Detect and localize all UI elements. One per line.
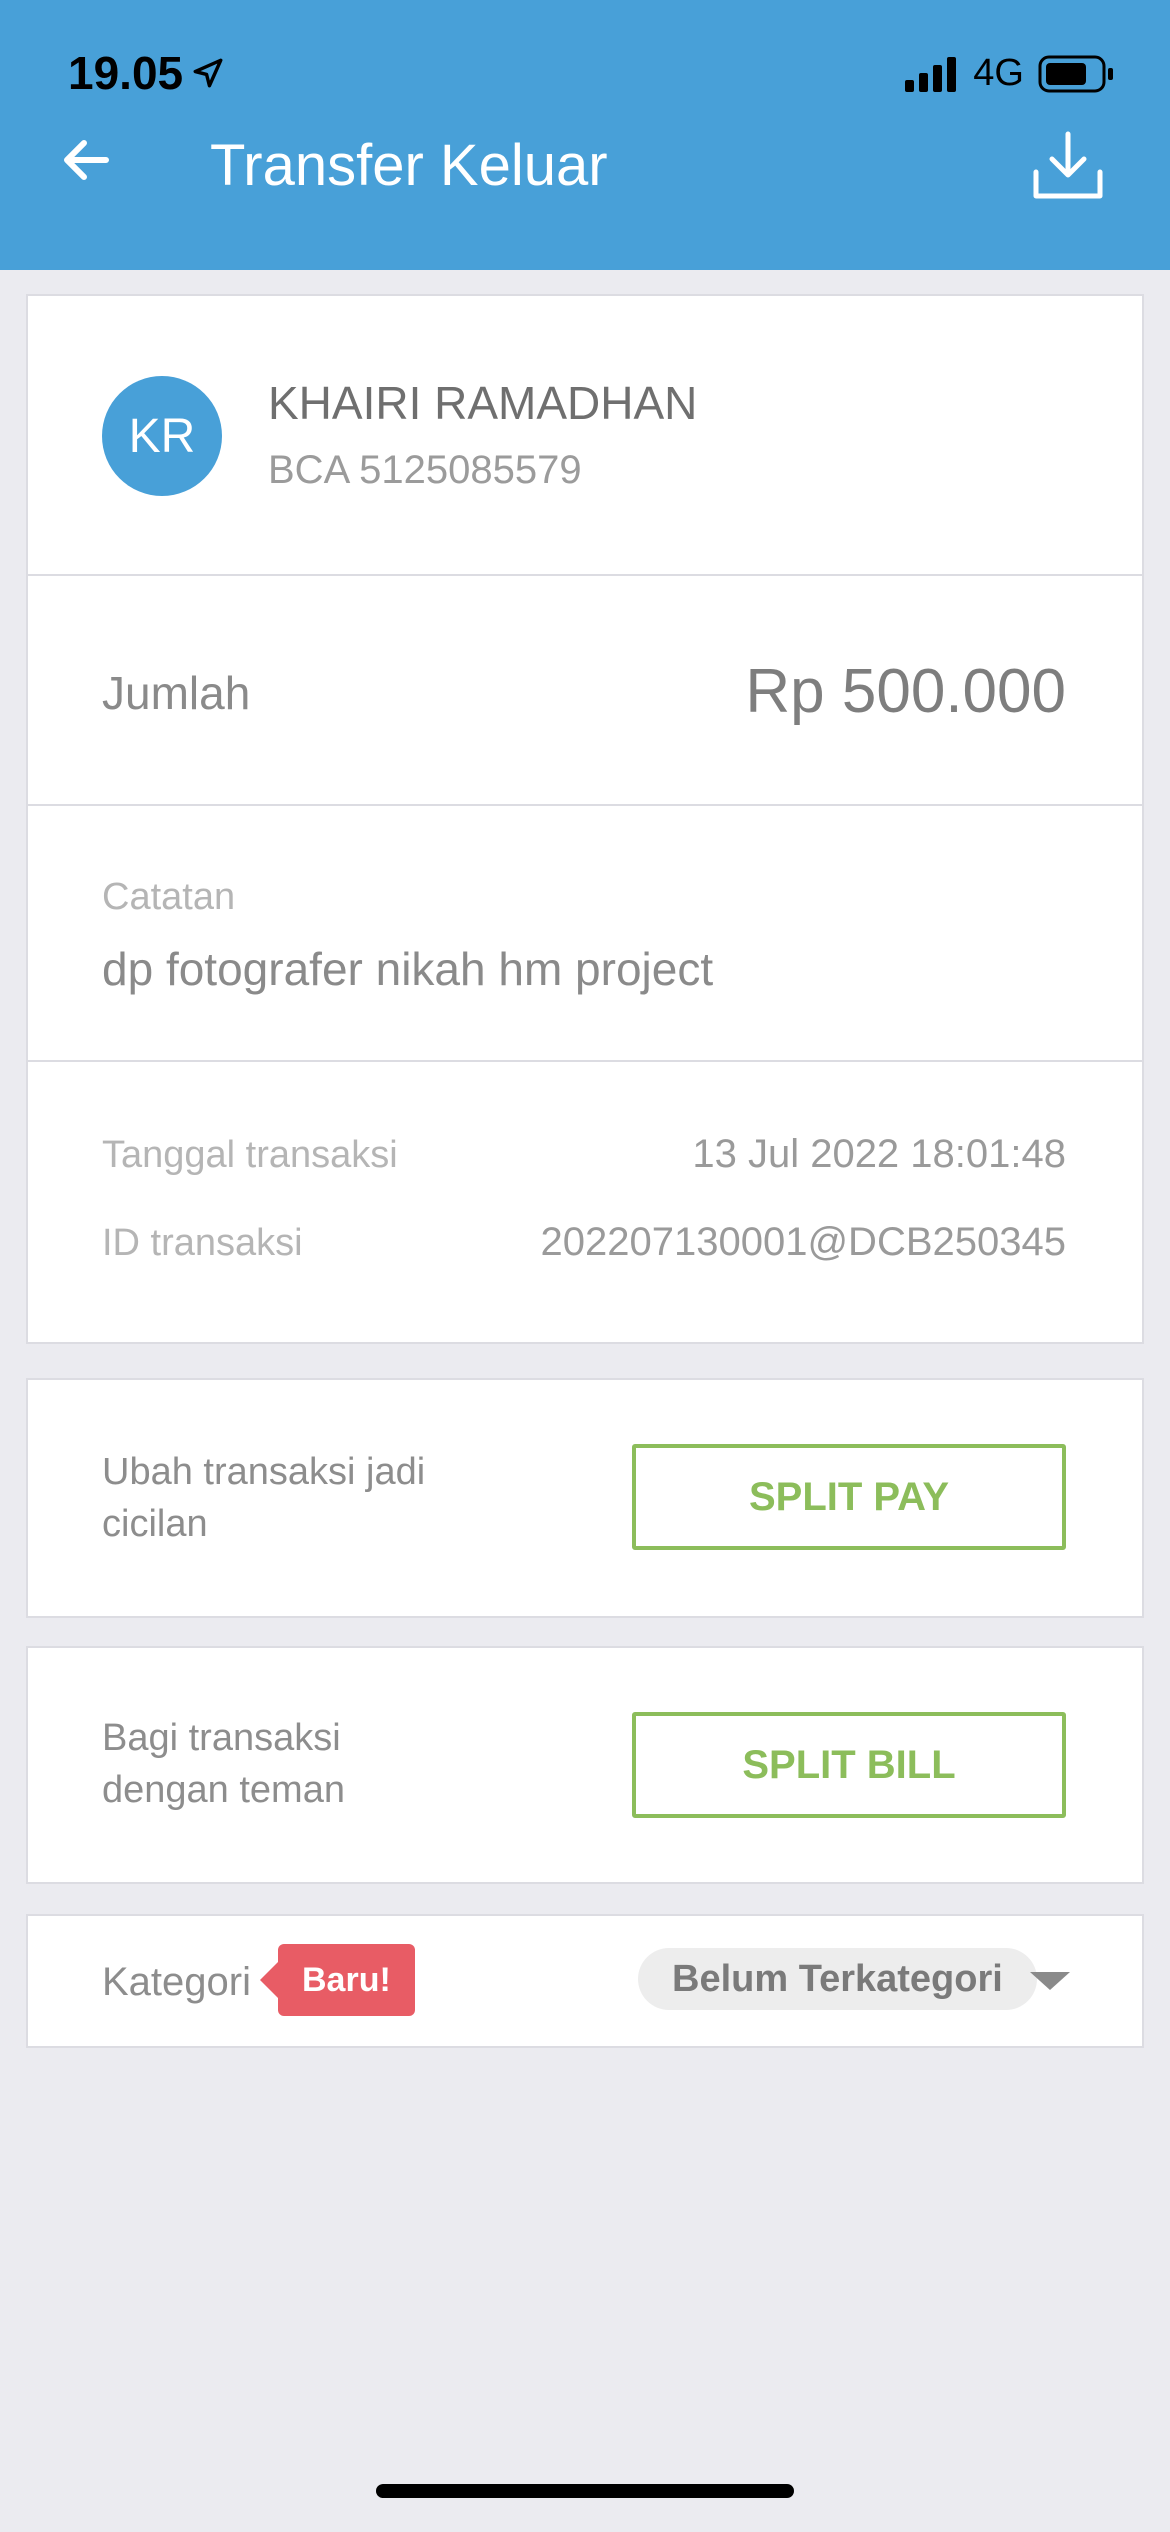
home-indicator[interactable] — [376, 2484, 794, 2498]
location-arrow-icon — [193, 58, 223, 88]
status-indicators: 4G — [905, 52, 1114, 95]
split-pay-card: Ubah transaksi jadi cicilan SPLIT PAY — [26, 1378, 1144, 1618]
network-type: 4G — [973, 52, 1024, 94]
category-card: Kategori Baru! Belum Terkategori — [26, 1914, 1144, 2048]
status-time: 19.05 — [68, 46, 225, 100]
split-bill-description: Bagi transaksi dengan teman — [102, 1712, 345, 1816]
chevron-down-icon[interactable] — [1030, 1972, 1070, 1990]
back-arrow-icon[interactable] — [56, 130, 116, 190]
amount-value: Rp 500.000 — [745, 657, 1066, 726]
transaction-id-value: 202207130001@DCB250345 — [540, 1220, 1067, 1264]
note-value: dp fotografer nikah hm project — [102, 943, 714, 995]
divider — [28, 574, 1142, 576]
split-bill-description-line1: Bagi transaksi — [102, 1717, 341, 1759]
split-bill-description-line2: dengan teman — [102, 1769, 345, 1811]
transaction-date-label: Tanggal transaksi — [102, 1134, 398, 1176]
recipient-name: KHAIRI RAMADHAN — [268, 377, 698, 429]
download-icon[interactable] — [1030, 128, 1106, 204]
split-pay-button[interactable]: SPLIT PAY — [632, 1444, 1066, 1550]
transaction-id-label: ID transaksi — [102, 1222, 303, 1264]
battery-icon — [1038, 55, 1113, 92]
transaction-date-value: 13 Jul 2022 18:01:48 — [692, 1132, 1066, 1176]
split-pay-description-line1: Ubah transaksi jadi — [102, 1451, 426, 1493]
divider — [28, 1060, 1142, 1062]
split-bill-button[interactable]: SPLIT BILL — [632, 1712, 1066, 1818]
amount-label: Jumlah — [102, 667, 251, 719]
recipient-account: BCA 5125085579 — [268, 448, 582, 492]
category-selector[interactable]: Belum Terkategori — [638, 1948, 1037, 2010]
app-header: 19.05 4G Transfer Keluar — [0, 0, 1170, 270]
category-label: Kategori — [102, 1960, 251, 2004]
split-pay-description: Ubah transaksi jadi cicilan — [102, 1446, 425, 1550]
transaction-detail-card: KR KHAIRI RAMADHAN BCA 5125085579 Jumlah… — [26, 294, 1144, 1344]
page-title: Transfer Keluar — [210, 133, 608, 198]
status-time-text: 19.05 — [68, 47, 184, 99]
note-label: Catatan — [102, 876, 236, 918]
split-pay-description-line2: cicilan — [102, 1503, 208, 1545]
new-badge: Baru! — [260, 1944, 415, 2016]
avatar: KR — [102, 376, 222, 496]
split-bill-card: Bagi transaksi dengan teman SPLIT BILL — [26, 1646, 1144, 1884]
divider — [28, 804, 1142, 806]
signal-icon — [905, 56, 957, 92]
